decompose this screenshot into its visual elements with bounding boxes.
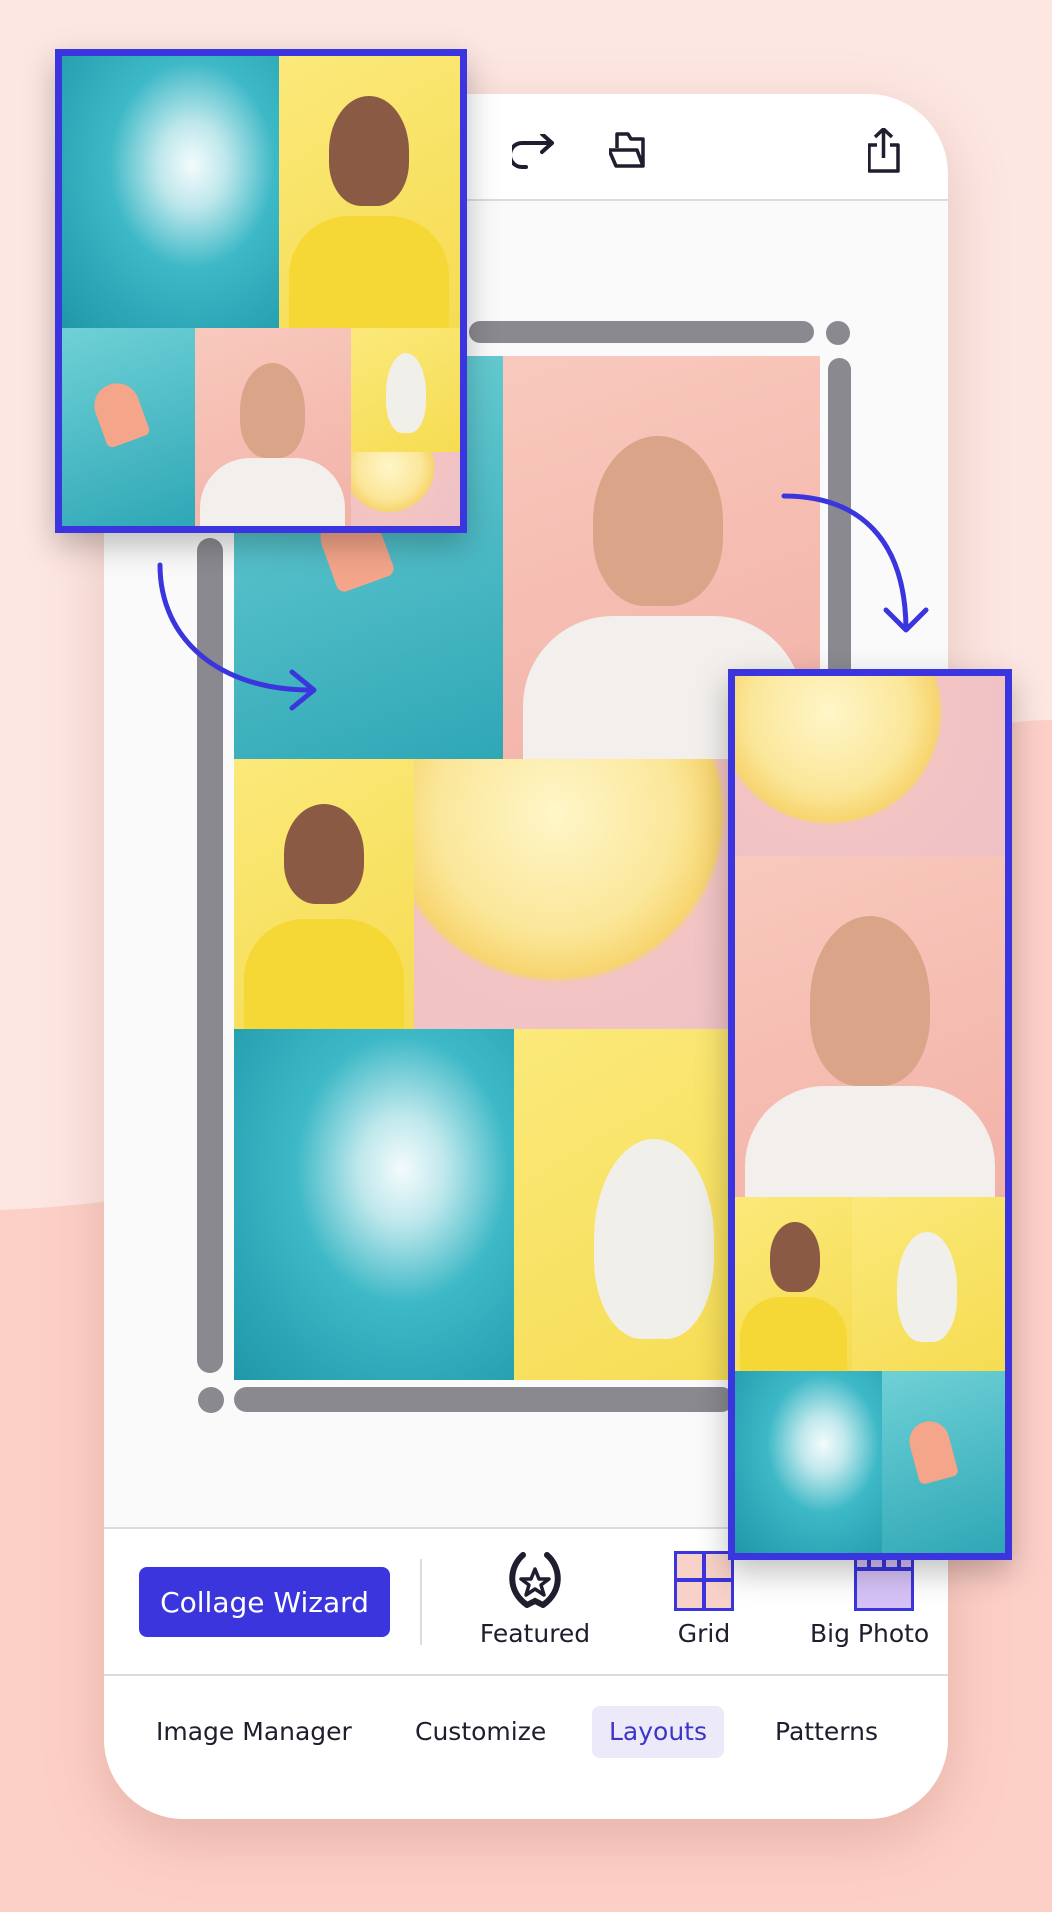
- laurel-star-icon: [509, 1552, 561, 1608]
- layout-preview-right: [728, 669, 1012, 1560]
- big-photo-icon: [854, 1551, 914, 1611]
- photo-bearded-man: [195, 328, 351, 526]
- photo-woman-yellow: [279, 56, 460, 328]
- tab-image-manager[interactable]: Image Manager: [139, 1706, 369, 1758]
- photo-lemon: [351, 452, 460, 526]
- photo-popsicle: [62, 328, 195, 526]
- photo-bunny: [351, 328, 460, 452]
- tab-patterns[interactable]: Patterns: [758, 1706, 895, 1758]
- tab-customize[interactable]: Customize: [398, 1706, 563, 1758]
- layout-featured[interactable]: Featured: [462, 1529, 608, 1648]
- collage-wizard-button[interactable]: Collage Wizard: [139, 1567, 390, 1637]
- corner-handle-top-right[interactable]: [826, 321, 850, 345]
- photo-bearded-man: [735, 856, 1005, 1197]
- photo-bunny: [852, 1197, 1005, 1371]
- bottom-tabs: Image Manager Customize Layouts Patterns: [104, 1674, 948, 1819]
- photo-surfer[interactable]: [234, 1029, 514, 1380]
- corner-handle-bottom-left[interactable]: [198, 1387, 224, 1413]
- layout-label: Featured: [479, 1619, 591, 1648]
- tab-layouts[interactable]: Layouts: [592, 1706, 725, 1758]
- folder-open-icon[interactable]: [609, 132, 653, 170]
- resize-handle-top[interactable]: [469, 321, 814, 343]
- layout-label: Big Photo: [810, 1619, 930, 1648]
- layout-preview-top-left: [55, 49, 467, 533]
- photo-woman-yellow[interactable]: [234, 759, 414, 1029]
- photo-lemon: [735, 676, 1005, 856]
- photo-surfer: [735, 1371, 882, 1553]
- photo-popsicle: [882, 1371, 1005, 1553]
- redo-icon[interactable]: [512, 134, 558, 170]
- toolbar-divider: [420, 1559, 422, 1645]
- photo-woman-yellow: [735, 1197, 852, 1371]
- share-icon[interactable]: [868, 128, 900, 174]
- resize-handle-left[interactable]: [197, 538, 223, 1373]
- grid-icon: [674, 1551, 734, 1611]
- resize-handle-bottom[interactable]: [234, 1387, 734, 1412]
- layout-label: Grid: [677, 1619, 731, 1648]
- photo-surfer: [62, 56, 279, 328]
